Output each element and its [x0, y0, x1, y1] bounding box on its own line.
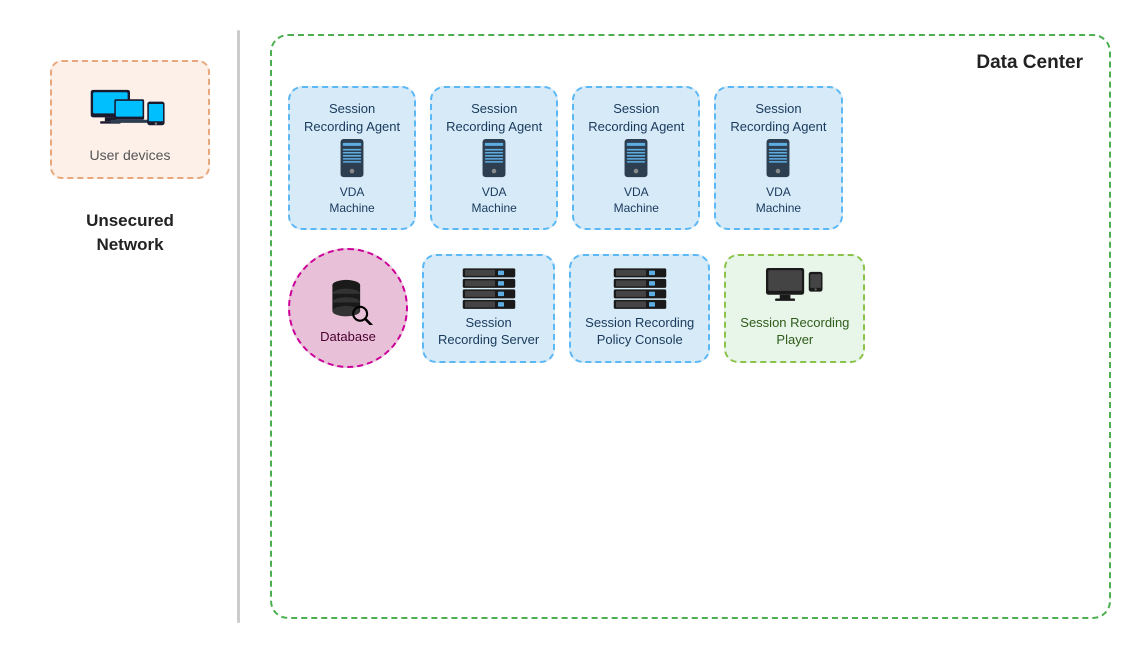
session-recording-server-box: SessionRecording Server	[422, 254, 555, 363]
user-devices-label: User devices	[90, 147, 171, 163]
bottom-row: Database	[288, 248, 1093, 368]
agent-3-sublabel: VDAMachine	[614, 185, 659, 216]
vda-tower-icon-3	[620, 139, 652, 181]
user-devices-box: User devices	[50, 60, 210, 179]
agent-1-sublabel: VDAMachine	[329, 185, 374, 216]
main-container: User devices UnsecuredNetwork Data Cente…	[0, 0, 1141, 653]
agent-box-2: SessionRecording Agent VDAMachine	[430, 86, 558, 230]
database-icon	[322, 273, 374, 325]
agent-box-1: SessionRecording Agent VDAMachine	[288, 86, 416, 230]
agent-1-label: SessionRecording Agent	[304, 100, 400, 135]
top-row: SessionRecording Agent VDAMachine	[288, 86, 1093, 230]
session-recording-server-icon	[459, 268, 519, 310]
unsecured-network-label: UnsecuredNetwork	[86, 209, 174, 257]
agent-box-4: SessionRecording Agent VDAMachine	[714, 86, 842, 230]
agent-4-sublabel: VDAMachine	[756, 185, 801, 216]
agent-2-label: SessionRecording Agent	[446, 100, 542, 135]
session-recording-player-icon	[764, 268, 826, 310]
session-recording-player-label: Session RecordingPlayer	[740, 314, 849, 349]
vda-tower-icon-4	[762, 139, 794, 181]
database-label: Database	[320, 329, 376, 344]
agent-3-label: SessionRecording Agent	[588, 100, 684, 135]
left-panel: User devices UnsecuredNetwork	[20, 20, 240, 633]
database-box: Database	[288, 248, 408, 368]
session-recording-player-box: Session RecordingPlayer	[724, 254, 865, 363]
session-recording-policy-label: Session RecordingPolicy Console	[585, 314, 694, 349]
agent-box-3: SessionRecording Agent VDAMachine	[572, 86, 700, 230]
agent-4-label: SessionRecording Agent	[730, 100, 826, 135]
right-panel: Data Center SessionRecording Agent	[240, 20, 1121, 633]
session-recording-policy-icon	[610, 268, 670, 310]
data-center-border: Data Center SessionRecording Agent	[270, 34, 1111, 619]
data-center-title: Data Center	[288, 52, 1093, 74]
session-recording-policy-box: Session RecordingPolicy Console	[569, 254, 710, 363]
session-recording-server-label: SessionRecording Server	[438, 314, 539, 349]
agent-2-sublabel: VDAMachine	[472, 185, 517, 216]
user-devices-icon	[90, 82, 170, 137]
vda-tower-icon-1	[336, 139, 368, 181]
vda-tower-icon-2	[478, 139, 510, 181]
